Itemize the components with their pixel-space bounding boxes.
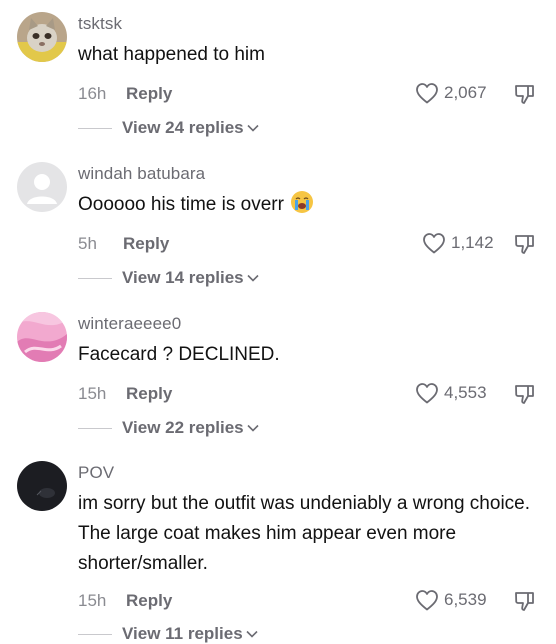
chevron-down-icon	[247, 274, 259, 282]
heart-icon	[416, 590, 438, 611]
view-replies-label: View 14 replies	[122, 268, 244, 287]
crying-face-icon	[290, 191, 313, 213]
reply-button[interactable]: Reply	[123, 234, 169, 254]
chevron-down-icon	[247, 124, 259, 132]
comment-text: Oooooo his time is overr	[78, 190, 533, 220]
dislike-icon[interactable]	[513, 82, 537, 106]
like-count: 2,067	[444, 83, 487, 102]
like-button[interactable]: 6,539	[415, 589, 487, 611]
avatar[interactable]	[17, 461, 67, 511]
divider	[78, 127, 112, 129]
like-count: 4,553	[444, 383, 487, 402]
dark-avatar-icon	[17, 461, 67, 511]
divider	[78, 277, 112, 279]
avatar[interactable]	[17, 312, 67, 362]
dislike-icon[interactable]	[513, 382, 537, 406]
like-button[interactable]: 4,553	[415, 382, 487, 404]
view-replies-label: View 11 replies	[122, 624, 243, 643]
avatar[interactable]	[17, 162, 67, 212]
comment-text: im sorry but the outfit was undeniably a…	[78, 493, 531, 574]
heart-icon	[423, 233, 445, 254]
like-count: 6,539	[444, 590, 487, 609]
username[interactable]: tsktsk	[78, 14, 122, 34]
username[interactable]: windah batubara	[78, 164, 205, 184]
like-count: 1,142	[451, 233, 494, 252]
comment-time: 5h	[78, 234, 97, 253]
comment-text: Facecard ? DECLINED.	[78, 344, 280, 365]
view-replies[interactable]: View 14 replies	[78, 268, 259, 288]
cat-avatar-icon	[17, 12, 67, 62]
comment-time: 16h	[78, 84, 107, 103]
username[interactable]: winteraeeee0	[78, 314, 181, 334]
comment-text-content: Oooooo his time is overr	[78, 194, 284, 215]
view-replies-label: View 22 replies	[122, 418, 244, 437]
heart-icon	[416, 83, 438, 104]
reply-button[interactable]: Reply	[126, 84, 172, 104]
default-avatar-icon	[17, 162, 67, 212]
reply-button[interactable]: Reply	[126, 591, 172, 611]
dislike-icon[interactable]	[513, 232, 537, 256]
view-replies[interactable]: View 22 replies	[78, 418, 259, 438]
comment-time: 15h	[78, 384, 107, 403]
reply-button[interactable]: Reply	[126, 384, 172, 404]
chevron-down-icon	[247, 424, 259, 432]
like-button[interactable]: 1,142	[422, 232, 494, 254]
pink-avatar-icon	[17, 312, 67, 362]
divider	[78, 633, 112, 635]
view-replies[interactable]: View 24 replies	[78, 118, 259, 138]
view-replies-label: View 24 replies	[122, 118, 244, 137]
heart-icon	[416, 383, 438, 404]
avatar[interactable]	[17, 12, 67, 62]
chevron-down-icon	[246, 630, 258, 638]
view-replies[interactable]: View 11 replies	[78, 624, 258, 644]
comment-text: what happened to him	[78, 44, 265, 65]
comment-time: 15h	[78, 591, 107, 610]
dislike-icon[interactable]	[513, 589, 537, 613]
username[interactable]: POV	[78, 463, 114, 483]
like-button[interactable]: 2,067	[415, 82, 487, 104]
divider	[78, 427, 112, 429]
